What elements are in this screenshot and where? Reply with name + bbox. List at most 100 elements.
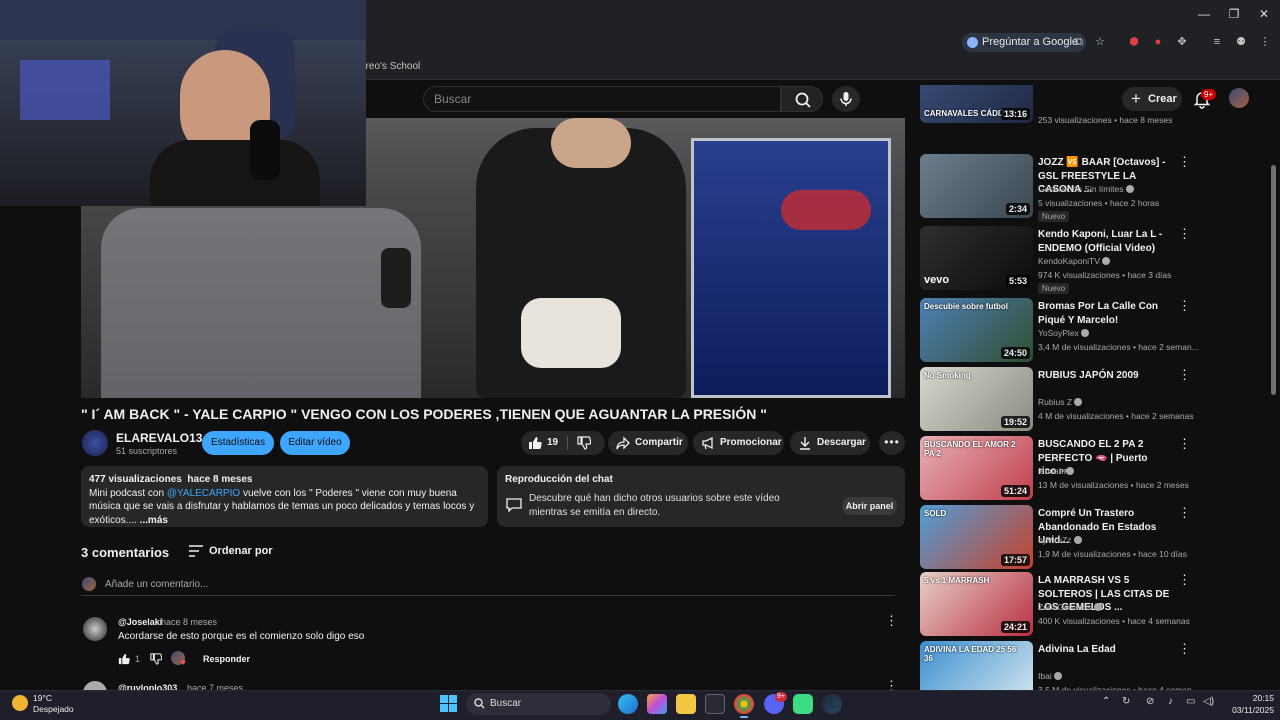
page-scrollbar[interactable]	[1271, 165, 1276, 395]
tray-chevron-icon[interactable]: ⌃	[1102, 696, 1110, 707]
tray-microphone-icon[interactable]: ♪	[1168, 696, 1173, 707]
thumbnail-text: Descubie sobre futbol	[924, 302, 1009, 311]
sort-button[interactable]: Ordenar por	[189, 543, 273, 559]
search-input[interactable]	[424, 87, 780, 111]
recommendation-menu-icon[interactable]: ⋮	[1178, 573, 1191, 586]
add-comment-field[interactable]	[81, 576, 895, 596]
recommendation-card[interactable]: Descubie sobre futbol 24:50 Bromas Por La …	[920, 298, 1200, 362]
video-duration: 24:21	[1000, 621, 1030, 633]
recommendation-meta: 253 visualizaciones • hace 8 meses	[1038, 115, 1173, 125]
file-explorer-icon[interactable]	[676, 694, 696, 714]
recommendation-thumbnail[interactable]: No Smoking 19:52	[920, 367, 1033, 431]
windows-start-icon[interactable]	[440, 695, 457, 712]
recommendation-channel[interactable]: byViruZz	[1038, 535, 1082, 545]
recommendation-card[interactable]: 5 vs 1 MARRASH 24:21 LA MARRASH VS 5 SOLTE…	[920, 572, 1200, 636]
recommendation-channel[interactable]: YoSoyPlex	[1038, 328, 1090, 338]
comment-time[interactable]: hace 8 meses	[161, 617, 217, 627]
edit-video-button[interactable]: Editar vídeo	[280, 431, 350, 455]
tab-search-icon[interactable]: ≡	[1210, 35, 1224, 49]
mention-link[interactable]: @YALECARPIO	[167, 488, 240, 499]
bookmark-item[interactable]: oreo's School	[360, 61, 420, 72]
recommendation-channel[interactable]: Rubius Z	[1038, 397, 1083, 407]
comment-author[interactable]: @Joselaki	[118, 617, 162, 627]
recommendation-title[interactable]: Bromas Por La Calle Con Piqué Y Marcelo!	[1038, 300, 1180, 327]
comment-dislike-icon[interactable]	[150, 653, 162, 665]
voice-search-button[interactable]	[832, 86, 860, 112]
description-box[interactable]: 477 visualizaciones hace 8 meses Mini po…	[81, 466, 488, 527]
minimize-icon[interactable]: —	[1194, 6, 1214, 22]
thumbs-up-icon[interactable]	[528, 436, 542, 450]
comment-menu-icon[interactable]: ⋮	[885, 614, 898, 627]
weather-widget[interactable]: 19°C Despejado	[33, 693, 74, 715]
recommendation-menu-icon[interactable]: ⋮	[1178, 368, 1191, 381]
tray-sync-icon[interactable]: ↻	[1122, 696, 1130, 707]
recommendation-menu-icon[interactable]: ⋮	[1178, 227, 1191, 240]
close-icon[interactable]: ✕	[1254, 6, 1274, 22]
recommendation-thumbnail[interactable]: Descubie sobre futbol 24:50	[920, 298, 1033, 362]
weather-moon-icon[interactable]	[12, 695, 28, 711]
recommendation-channel[interactable]: ZonaGemelos	[1038, 602, 1102, 612]
recommendation-channel[interactable]: KendoKaponiTV	[1038, 256, 1111, 266]
recommendation-card[interactable]: BUSCANDO EL AMOR 2 PA 2 51:24 BUSCANDO EL …	[920, 436, 1200, 500]
recommendation-thumbnail[interactable]: vevo 5:53	[920, 226, 1033, 290]
recommendation-channel[interactable]: Generación Sin límites	[1038, 184, 1134, 194]
maximize-icon[interactable]: ❐	[1224, 6, 1244, 22]
channel-avatar[interactable]	[82, 430, 108, 456]
recommendation-card[interactable]: vevo 5:53 Kendo Kaponi, Luar La L - ENDEMO…	[920, 226, 1200, 294]
extensions-puzzle-icon[interactable]: ✥	[1175, 35, 1189, 49]
chrome-icon[interactable]	[734, 694, 754, 714]
steam-icon[interactable]	[822, 694, 842, 714]
tray-notifications-off-icon[interactable]: ⊘	[1146, 696, 1154, 707]
tray-network-icon[interactable]: ▭	[1186, 696, 1195, 707]
edge-icon[interactable]	[618, 694, 638, 714]
extension-red-icon[interactable]: ⬢	[1127, 35, 1141, 49]
recommendation-card[interactable]: SOLD 17:57 Compré Un Trastero Abandonado E…	[920, 505, 1200, 569]
download-button[interactable]: Descargar	[790, 431, 870, 455]
add-comment-input[interactable]	[105, 576, 885, 592]
bookmark-star-icon[interactable]: ☆	[1093, 35, 1107, 49]
ask-google-button[interactable]: Pregúntar a Google	[962, 33, 1087, 52]
promote-button[interactable]: Promocionar	[693, 431, 784, 455]
copilot-icon[interactable]	[647, 694, 667, 714]
taskbar-clock[interactable]: 20:15 03/11/2025	[1224, 692, 1274, 716]
recommendation-menu-icon[interactable]: ⋮	[1178, 437, 1191, 450]
browser-menu-icon[interactable]: ⋮	[1258, 35, 1272, 49]
recommendation-title[interactable]: RUBIUS JAPÓN 2009	[1038, 369, 1180, 383]
recommendation-thumbnail[interactable]: 2:34	[920, 154, 1033, 218]
comment-author-avatar[interactable]	[83, 617, 107, 641]
thumbs-down-icon[interactable]	[577, 436, 591, 450]
tray-volume-icon[interactable]: ◁)	[1203, 696, 1214, 707]
recommendation-menu-icon[interactable]: ⋮	[1178, 155, 1191, 168]
reply-button[interactable]: Responder	[203, 654, 250, 664]
android-app-icon[interactable]	[793, 694, 813, 714]
extension-shield-icon[interactable]: ●	[1151, 35, 1165, 49]
recommendation-channel[interactable]: Ibai	[1038, 671, 1063, 681]
install-app-icon[interactable]: ⧉	[1072, 35, 1086, 49]
recommendation-title[interactable]: Adivina La Edad	[1038, 643, 1180, 657]
recommendation-menu-icon[interactable]: ⋮	[1178, 642, 1191, 655]
user-avatar[interactable]	[1229, 88, 1249, 108]
search-button[interactable]	[781, 86, 823, 112]
store-icon[interactable]	[705, 694, 725, 714]
open-panel-button[interactable]: Abrir panel	[842, 497, 897, 515]
recommendation-channel[interactable]: lebriah	[1038, 466, 1074, 476]
more-actions-button[interactable]: •••	[879, 431, 905, 455]
recommendation-thumbnail[interactable]: BUSCANDO EL AMOR 2 PA 2 51:24	[920, 436, 1033, 500]
recommendation-card[interactable]: No Smoking 19:52 RUBIUS JAPÓN 2009 Rubius Z…	[920, 367, 1200, 431]
recommendation-menu-icon[interactable]: ⋮	[1178, 506, 1191, 519]
search-field[interactable]	[423, 86, 781, 112]
stats-button[interactable]: Estadísticas	[202, 431, 274, 455]
recommendation-thumbnail[interactable]: SOLD 17:57	[920, 505, 1033, 569]
like-dislike-group: 19	[521, 431, 605, 455]
taskbar-search[interactable]: Buscar	[466, 693, 611, 715]
recommendation-thumbnail[interactable]: 5 vs 1 MARRASH 24:21	[920, 572, 1033, 636]
profile-icon[interactable]: ⚉	[1234, 35, 1248, 49]
recommendation-menu-icon[interactable]: ⋮	[1178, 299, 1191, 312]
recommendation-title[interactable]: Kendo Kaponi, Luar La L - ENDEMO (Offici…	[1038, 228, 1180, 255]
show-more-link[interactable]: ...más	[140, 515, 168, 526]
recommendation-card[interactable]: 2:34 JOZZ 🆚 BAAR [Octavos] - GSL FREESTYL…	[920, 154, 1200, 222]
comment-like-icon[interactable]	[118, 653, 130, 665]
windows-taskbar	[0, 690, 1280, 720]
share-button[interactable]: Compartir	[608, 431, 688, 455]
channel-name[interactable]: ELAREVALO13	[116, 431, 202, 445]
